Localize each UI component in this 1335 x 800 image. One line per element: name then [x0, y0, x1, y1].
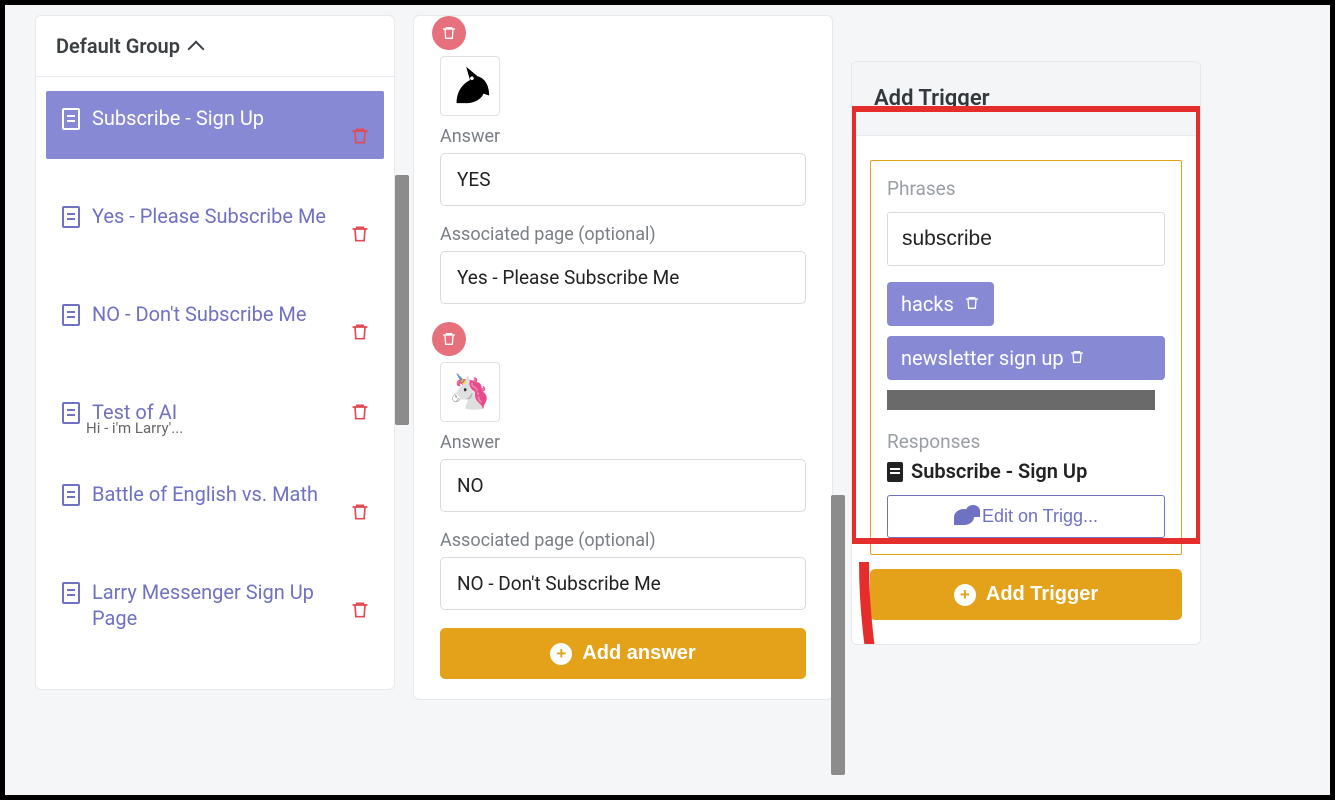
delete-answer-button[interactable]: [432, 16, 466, 50]
sidebar-column: Default Group Subscribe - Sign Up: [35, 15, 395, 690]
document-icon: [62, 484, 80, 506]
trash-icon[interactable]: [350, 321, 368, 341]
document-icon: [62, 206, 80, 228]
associated-page-select[interactable]: Yes - Please Subscribe Me: [440, 251, 806, 304]
answers-column-wrap: Answer YES Associated page (optional) Ye…: [413, 15, 833, 785]
delete-answer-button[interactable]: [432, 322, 466, 356]
answers-column: Answer YES Associated page (optional) Ye…: [413, 15, 833, 700]
answers-body: Answer YES Associated page (optional) Ye…: [414, 16, 832, 699]
phrase-input[interactable]: [887, 212, 1165, 266]
trash-icon[interactable]: [1069, 346, 1085, 370]
associated-page-label: Associated page (optional): [440, 224, 806, 245]
add-trigger-label: Add Trigger: [986, 583, 1098, 606]
answer-label: Answer: [440, 126, 806, 147]
sidebar-group-header[interactable]: Default Group: [36, 16, 394, 77]
document-icon: [887, 462, 903, 482]
sidebar-item-subscribe-sign-up[interactable]: Subscribe - Sign Up: [46, 91, 384, 159]
scrollbar-thumb[interactable]: [831, 495, 845, 775]
phrase-chip-label: newsletter sign up: [901, 346, 1064, 370]
add-answer-button[interactable]: + Add answer: [440, 628, 806, 679]
answer-avatar[interactable]: [440, 56, 500, 116]
sidebar-group-title: Default Group: [56, 34, 180, 58]
document-icon: [62, 108, 80, 130]
plus-circle-icon: +: [954, 584, 976, 606]
edit-trigger-label: Edit on Trigg...: [982, 506, 1098, 527]
sidebar-item-label: NO - Don't Subscribe Me: [92, 301, 306, 327]
response-item[interactable]: Subscribe - Sign Up: [887, 459, 1165, 483]
phrase-chip-newsletter-sign-up[interactable]: newsletter sign up: [887, 336, 1165, 380]
add-answer-label: Add answer: [582, 642, 695, 665]
answer-value-input[interactable]: YES: [440, 153, 806, 206]
sidebar-item-label: Battle of English vs. Math: [92, 481, 318, 507]
associated-page-select[interactable]: NO - Don't Subscribe Me: [440, 557, 806, 610]
associated-page-label: Associated page (optional): [440, 530, 806, 551]
trash-icon[interactable]: [350, 125, 368, 145]
scrollbar-thumb[interactable]: [395, 175, 409, 425]
sidebar-page-list: Subscribe - Sign Up Yes - Please Subscri…: [36, 77, 394, 689]
answer-label: Answer: [440, 432, 806, 453]
document-icon: [62, 304, 80, 326]
unicorn-icon: 🦄: [449, 375, 491, 409]
trigger-column-wrap: Add Trigger Phrases hacks newsletter sig…: [851, 61, 1201, 785]
answer-value-input[interactable]: NO: [440, 459, 806, 512]
answer-avatar[interactable]: 🦄: [440, 362, 500, 422]
response-name: Subscribe - Sign Up: [911, 459, 1087, 483]
sidebar-item-larry-messenger-signup[interactable]: Larry Messenger Sign Up Page: [46, 565, 384, 645]
scrollbar-track[interactable]: [887, 390, 1165, 410]
sidebar-item-yes-please-subscribe[interactable]: Yes - Please Subscribe Me: [46, 189, 384, 257]
trash-icon[interactable]: [964, 292, 980, 316]
trash-icon[interactable]: [350, 501, 368, 521]
unicorn-icon: [447, 61, 493, 111]
trigger-config-box: Phrases hacks newsletter sign up: [870, 160, 1182, 555]
sidebar-item-label: Larry Messenger Sign Up Page: [92, 579, 342, 631]
plus-circle-icon: +: [550, 643, 572, 665]
sidebar-item-label: Subscribe - Sign Up: [92, 105, 264, 131]
document-icon: [62, 582, 80, 604]
sidebar-item-battle-english-math[interactable]: Battle of English vs. Math: [46, 467, 384, 535]
phrase-chip-label: hacks: [901, 292, 954, 316]
phrase-input-wrap: [887, 212, 1165, 282]
trash-icon[interactable]: [350, 401, 368, 421]
sidebar-item-no-dont-subscribe[interactable]: NO - Don't Subscribe Me: [46, 287, 384, 355]
responses-label: Responses: [887, 430, 1165, 453]
answer-block: Answer YES Associated page (optional) Ye…: [440, 16, 806, 304]
phrase-chip-hacks[interactable]: hacks: [887, 282, 994, 326]
chevron-up-icon: [187, 40, 204, 57]
answer-block: 🦄 Answer NO Associated page (optional) N…: [440, 322, 806, 610]
trash-icon[interactable]: [350, 599, 368, 619]
trash-icon[interactable]: [350, 223, 368, 243]
sidebar-column-wrap: Default Group Subscribe - Sign Up: [35, 15, 395, 785]
add-trigger-button[interactable]: + Add Trigger: [870, 569, 1182, 620]
sidebar-item-label: Yes - Please Subscribe Me: [92, 203, 326, 229]
phrases-label: Phrases: [887, 177, 1165, 200]
edit-on-triggers-button[interactable]: Edit on Trigg...: [887, 495, 1165, 538]
document-icon: [62, 402, 80, 424]
chat-icon: [954, 509, 974, 525]
trigger-panel-title: Add Trigger: [852, 62, 1200, 136]
trigger-panel: Add Trigger Phrases hacks newsletter sig…: [851, 61, 1201, 645]
app-frame: Default Group Subscribe - Sign Up: [0, 0, 1335, 800]
trigger-panel-body: Phrases hacks newsletter sign up: [852, 136, 1200, 644]
